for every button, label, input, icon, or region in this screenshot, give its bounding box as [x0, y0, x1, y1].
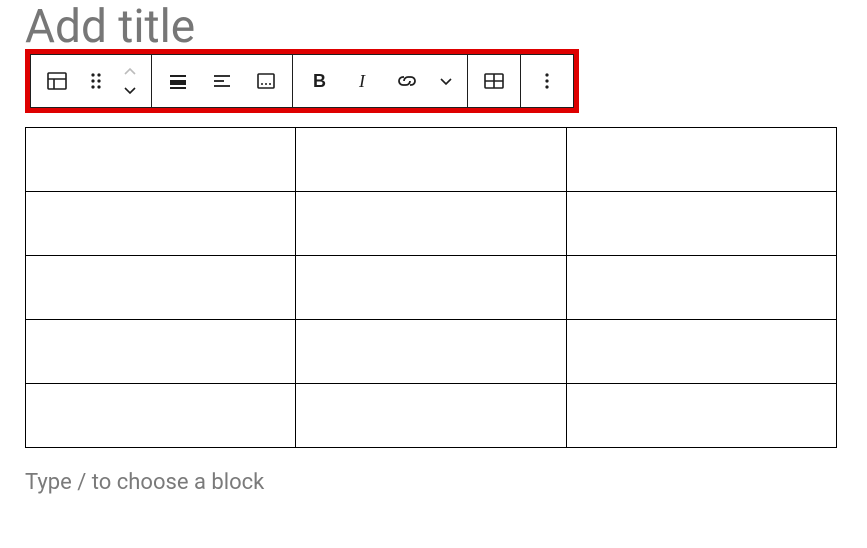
more-options-icon[interactable] [525, 59, 569, 103]
table-cell[interactable] [26, 191, 296, 255]
svg-text:B: B [313, 71, 326, 91]
table-cell[interactable] [26, 255, 296, 319]
table-cell[interactable] [566, 191, 836, 255]
align-text-icon[interactable] [200, 59, 244, 103]
table-cell[interactable] [296, 191, 566, 255]
table-row [26, 191, 837, 255]
table-cell[interactable] [566, 319, 836, 383]
column-settings-icon[interactable] [244, 59, 288, 103]
toolbar-group-more [521, 55, 573, 107]
toolbar-group-format: B I [293, 55, 468, 107]
dropdown-icon[interactable] [429, 59, 463, 103]
table-cell[interactable] [566, 127, 836, 191]
block-toolbar: B I [30, 54, 574, 108]
edit-table-icon[interactable] [472, 59, 516, 103]
italic-icon[interactable]: I [341, 59, 385, 103]
table-cell[interactable] [566, 383, 836, 447]
table-block[interactable] [25, 127, 837, 448]
align-display-icon[interactable] [156, 59, 200, 103]
bold-icon[interactable]: B [297, 59, 341, 103]
toolbar-group-block [31, 55, 152, 107]
move-down-icon[interactable] [122, 81, 138, 99]
table-row [26, 319, 837, 383]
table-cell[interactable] [26, 319, 296, 383]
svg-text:I: I [358, 71, 366, 91]
table-cell[interactable] [296, 319, 566, 383]
link-icon[interactable] [385, 59, 429, 103]
table-block-icon[interactable] [35, 59, 79, 103]
toolbar-group-align [152, 55, 293, 107]
table-cell[interactable] [296, 127, 566, 191]
table-cell[interactable] [26, 127, 296, 191]
table-cell[interactable] [566, 255, 836, 319]
drag-handle-icon[interactable] [79, 59, 113, 103]
table-row [26, 127, 837, 191]
block-appender-hint[interactable]: Type / to choose a block [25, 470, 842, 495]
table-body [26, 127, 837, 447]
post-title-placeholder[interactable]: Add title [25, 0, 842, 53]
table-cell[interactable] [26, 383, 296, 447]
toolbar-highlight-box: B I [25, 49, 579, 113]
move-updown [113, 59, 147, 103]
table-cell[interactable] [296, 383, 566, 447]
table-row [26, 255, 837, 319]
move-up-icon[interactable] [122, 63, 138, 81]
toolbar-group-table-edit [468, 55, 521, 107]
table-row [26, 383, 837, 447]
table-cell[interactable] [296, 255, 566, 319]
